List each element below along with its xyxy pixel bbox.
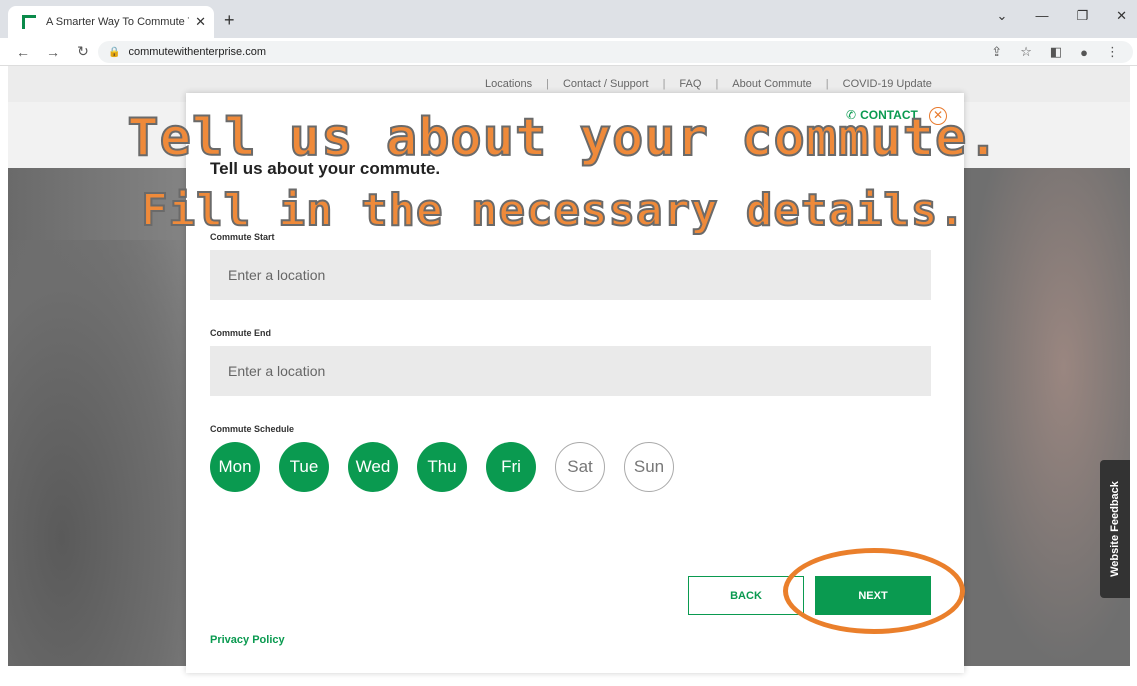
commute-end-label: Commute End bbox=[210, 328, 272, 338]
close-window-button[interactable]: ✕ bbox=[1116, 8, 1127, 24]
day-toggle-sun[interactable]: Sun bbox=[624, 442, 674, 492]
nav-separator: | bbox=[662, 78, 666, 90]
window-controls: ⌄ — ❐ ✕ bbox=[997, 8, 1127, 24]
privacy-policy-link[interactable]: Privacy Policy bbox=[210, 634, 285, 646]
profile-avatar-icon[interactable]: ● bbox=[1080, 45, 1088, 60]
lock-icon: 🔒 bbox=[108, 46, 121, 58]
tab-search-icon[interactable]: ⌄ bbox=[997, 8, 1008, 24]
day-toggle-mon[interactable]: Mon bbox=[210, 442, 260, 492]
new-tab-button[interactable]: + bbox=[224, 10, 235, 31]
forward-arrow-icon[interactable]: → bbox=[46, 44, 60, 60]
bookmark-star-icon[interactable]: ☆ bbox=[1020, 44, 1032, 60]
nav-link-faq[interactable]: FAQ bbox=[679, 78, 701, 90]
minimize-button[interactable]: — bbox=[1035, 8, 1048, 24]
nav-link-locations[interactable]: Locations bbox=[485, 78, 532, 90]
tab-bar: A Smarter Way To Commute To W ✕ + ⌄ — ❐ … bbox=[0, 0, 1137, 38]
nav-link-covid-update[interactable]: COVID-19 Update bbox=[843, 78, 932, 90]
commute-schedule-label: Commute Schedule bbox=[210, 424, 295, 434]
url-text: commutewithenterprise.com bbox=[128, 46, 267, 58]
hero-photo-detail bbox=[8, 240, 188, 666]
day-selector: Mon Tue Wed Thu Fri Sat Sun bbox=[210, 442, 674, 492]
back-arrow-icon[interactable]: ← bbox=[16, 44, 30, 60]
day-toggle-wed[interactable]: Wed bbox=[348, 442, 398, 492]
top-nav: Locations | Contact / Support | FAQ | About… bbox=[485, 78, 932, 90]
maximize-button[interactable]: ❐ bbox=[1076, 8, 1088, 24]
nav-separator: | bbox=[825, 78, 829, 90]
nav-separator: | bbox=[546, 78, 549, 90]
annotation-title: Tell us about your commute. bbox=[126, 107, 1000, 169]
day-toggle-sat[interactable]: Sat bbox=[555, 442, 605, 492]
browser-toolbar: ← → ↻ 🔒 commutewithenterprise.com ⇪ ☆ ◧ … bbox=[0, 38, 1137, 66]
reload-icon[interactable]: ↻ bbox=[76, 43, 90, 60]
commute-start-input[interactable] bbox=[210, 250, 931, 300]
side-panel-icon[interactable]: ◧ bbox=[1050, 44, 1062, 60]
day-toggle-fri[interactable]: Fri bbox=[486, 442, 536, 492]
day-toggle-tue[interactable]: Tue bbox=[279, 442, 329, 492]
website-feedback-label: Website Feedback bbox=[1109, 481, 1121, 577]
nav-separator: | bbox=[715, 78, 719, 90]
nav-link-about-commute[interactable]: About Commute bbox=[732, 78, 811, 90]
browser-tab[interactable]: A Smarter Way To Commute To W ✕ bbox=[8, 6, 214, 38]
address-bar-actions: ⇪ ☆ ◧ ● ⋮ bbox=[991, 41, 1119, 63]
nav-link-contact-support[interactable]: Contact / Support bbox=[563, 78, 649, 90]
day-toggle-thu[interactable]: Thu bbox=[417, 442, 467, 492]
annotation-subtitle: Fill in the necessary details. bbox=[140, 184, 966, 237]
menu-kebab-icon[interactable]: ⋮ bbox=[1106, 44, 1119, 60]
site-favicon-icon bbox=[22, 15, 36, 29]
tab-close-icon[interactable]: ✕ bbox=[195, 14, 206, 30]
share-icon[interactable]: ⇪ bbox=[991, 44, 1002, 60]
website-feedback-tab[interactable]: Website Feedback bbox=[1100, 460, 1130, 598]
commute-end-input[interactable] bbox=[210, 346, 931, 396]
tab-title: A Smarter Way To Commute To W bbox=[46, 16, 189, 28]
address-bar[interactable]: 🔒 commutewithenterprise.com ⇪ ☆ ◧ ● ⋮ bbox=[98, 41, 1133, 63]
annotation-highlight-ring bbox=[783, 548, 965, 634]
